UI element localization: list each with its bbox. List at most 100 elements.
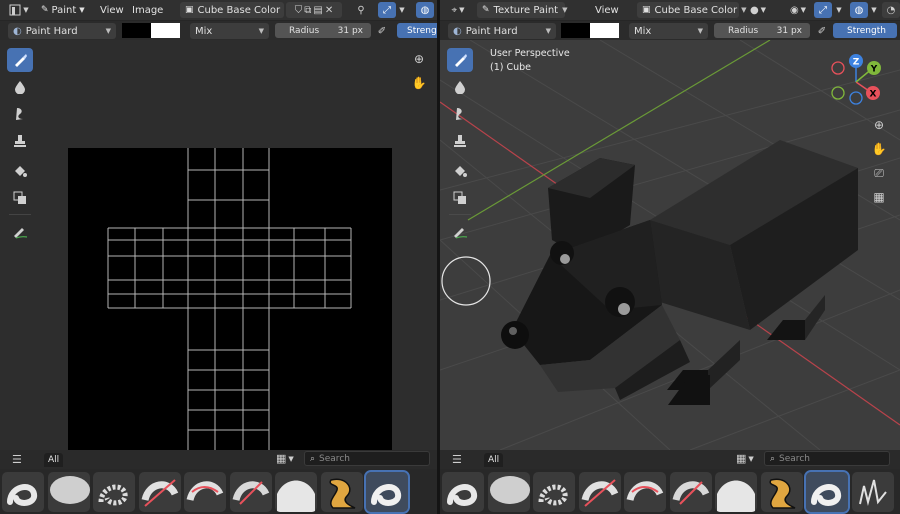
perspective-grid-icon[interactable]: ▦ — [868, 186, 890, 208]
image-browse-dropdown[interactable]: ▣ Cube Base Color — [180, 2, 284, 18]
strength-field[interactable]: Strengt — [397, 23, 437, 38]
display-grid-icon[interactable]: ▦ ▼ — [736, 452, 754, 465]
secondary-color-swatch[interactable] — [590, 23, 619, 38]
hamburger-menu-icon[interactable]: ☰ — [12, 453, 22, 466]
mask-tool-icon[interactable] — [447, 186, 473, 210]
overlay-toggle-icon[interactable]: ◍ — [850, 2, 868, 18]
brush-preview-fill-thumbnail[interactable] — [275, 472, 317, 512]
strength-field[interactable]: Strength — [833, 23, 897, 38]
pressure-toggle-icon[interactable]: ✐ — [814, 23, 830, 39]
brush-preview-airbrush-thumbnail[interactable] — [47, 472, 90, 512]
brush-preview-erase-hard-thumbnail[interactable] — [578, 472, 621, 512]
menu-view[interactable]: View — [592, 2, 622, 18]
brush-preview-dashed-thumbnail[interactable] — [533, 472, 575, 512]
uv-image[interactable] — [68, 148, 392, 450]
blend-mode-dropdown[interactable]: Mix ▼ — [190, 23, 269, 39]
clone-tool-icon[interactable] — [7, 129, 33, 153]
new-image-icon[interactable]: ▤ — [313, 5, 322, 16]
brush-preview-dashed-thumbnail[interactable] — [93, 472, 135, 512]
soften-tool-icon[interactable] — [7, 75, 33, 99]
interaction-mode-dropdown[interactable]: ✎ Texture Paint ▼ — [477, 2, 567, 18]
brush-preview-pencil-thumbnail[interactable] — [851, 472, 894, 512]
uv-canvas[interactable]: ⊕ ✋ — [0, 40, 437, 450]
primary-color-swatch[interactable] — [561, 23, 590, 38]
annotate-tool-icon[interactable] — [447, 220, 473, 244]
gizmo-neg-y-button[interactable] — [831, 86, 845, 100]
fill-tool-icon[interactable] — [447, 159, 473, 183]
shelf-search-input[interactable]: ⌕ Search — [304, 451, 430, 466]
menu-view[interactable]: View — [97, 2, 127, 18]
sample-tool-icon[interactable]: ⤢ — [378, 2, 396, 18]
brush-preview-draw-thumbnail[interactable] — [442, 472, 484, 512]
menu-image[interactable]: Image — [129, 2, 166, 18]
chevron-down-icon[interactable]: ▼ — [868, 2, 880, 18]
blend-mode-dropdown[interactable]: Mix ▼ — [629, 23, 708, 39]
hamburger-menu-icon[interactable]: ☰ — [452, 453, 462, 466]
gizmo-neg-z-button[interactable] — [849, 91, 863, 105]
draw-tool-icon[interactable] — [447, 48, 473, 72]
brush-preview-erase-hard-icon — [141, 479, 178, 507]
brush-preview-draw-thumbnail[interactable] — [2, 472, 44, 512]
primary-color-swatch[interactable] — [122, 23, 151, 38]
soften-tool-icon[interactable] — [447, 75, 473, 99]
copy-icon[interactable]: ⧉ — [304, 5, 311, 16]
brush-preview-airbrush-thumbnail[interactable] — [487, 472, 530, 512]
shading-options-icon[interactable]: ● ▼ — [744, 2, 772, 18]
brush-preview-erase-soft-thumbnail[interactable] — [184, 472, 226, 512]
overlay-toggle-icon[interactable]: ◍ — [416, 2, 434, 18]
3d-viewport[interactable]: Z Y X User Perspective (1) Cube ⊕ ✋ ⎚ ▦ — [440, 40, 900, 450]
shelf-tab-all[interactable]: All — [484, 453, 504, 467]
close-icon[interactable]: ✕ — [325, 5, 333, 16]
brush-name-label: Paint Hard — [25, 25, 78, 37]
pressure-toggle-icon[interactable]: ✐ — [374, 23, 390, 39]
solid-shading-icon[interactable]: ◔ — [882, 2, 900, 18]
radius-field[interactable]: Radius 31 px — [714, 23, 810, 38]
shelf-search-input[interactable]: ⌕ Search — [764, 451, 890, 466]
brush-preview-texture-thumbnail[interactable] — [760, 472, 803, 512]
navigation-gizmo[interactable]: Z Y X — [831, 54, 881, 105]
brush-preview-fill-icon — [277, 480, 315, 512]
scene-render[interactable]: Z Y X — [440, 40, 900, 450]
gizmo-neg-x-button[interactable] — [831, 61, 845, 75]
zoom-icon[interactable]: ⊕ — [868, 114, 890, 136]
zoom-icon[interactable]: ⊕ — [408, 48, 430, 70]
brush-selector[interactable]: ◐ Paint Hard ▼ — [448, 23, 556, 39]
viewport-header: ⌖ ▼ ✎ Texture Paint ▼ View ▣ Cube Base Co… — [440, 0, 900, 21]
secondary-color-swatch[interactable] — [151, 23, 180, 38]
display-grid-icon[interactable]: ▦ ▼ — [276, 452, 294, 465]
brush-preview-erase-hard-thumbnail[interactable] — [138, 472, 181, 512]
shelf-tab-all[interactable]: All — [44, 453, 64, 467]
dog-mesh[interactable] — [512, 140, 858, 405]
clone-tool-icon[interactable] — [447, 129, 473, 153]
pin-icon[interactable]: ⚲ — [352, 2, 370, 18]
brush-preview-texture-thumbnail[interactable] — [320, 472, 363, 512]
texture-slot-dropdown[interactable]: ▣ Cube Base Color ▼ — [637, 2, 747, 18]
paint-mode-menu[interactable]: ✎ Paint ▼ — [38, 2, 88, 18]
annotate-tool-icon[interactable] — [7, 220, 33, 244]
mask-tool-icon[interactable] — [7, 186, 33, 210]
pan-hand-icon[interactable]: ✋ — [868, 138, 890, 160]
radius-field[interactable]: Radius 31 px — [275, 23, 371, 38]
brush-preview-erase-soft-thumbnail[interactable] — [624, 472, 666, 512]
brush-preview-fill-thumbnail[interactable] — [715, 472, 757, 512]
brush-selector[interactable]: ◐ Paint Hard ▼ — [8, 23, 116, 39]
camera-icon[interactable]: ⎚ — [868, 162, 890, 184]
shield-icon[interactable]: ⛉ — [295, 5, 303, 16]
editor-type-button[interactable]: ▼ — [6, 2, 32, 18]
visibility-eye-icon[interactable]: ◉ ▼ — [784, 2, 812, 18]
gizmo-toggle-icon[interactable]: ⤢ — [814, 2, 832, 18]
draw-tool-icon[interactable] — [7, 48, 33, 72]
brush-preview-paint-hard-thumbnail[interactable] — [364, 470, 410, 514]
brush-preview-paint-hard-thumbnail[interactable] — [804, 470, 850, 514]
brush-preview-erase-point-thumbnail[interactable] — [669, 472, 712, 512]
chevron-down-icon[interactable]: ▼ — [833, 2, 845, 18]
fill-tool-icon[interactable] — [7, 159, 33, 183]
pan-hand-icon[interactable]: ✋ — [408, 72, 430, 94]
smear-tool-icon[interactable] — [7, 102, 33, 126]
toolbar-separator — [9, 214, 31, 215]
smear-tool-icon[interactable] — [447, 102, 473, 126]
editor-type-button[interactable]: ⌖ ▼ — [446, 2, 470, 18]
chevron-down-icon[interactable]: ▼ — [396, 2, 408, 18]
brush-preview-erase-point-thumbnail[interactable] — [229, 472, 272, 512]
image-icon: ▣ — [642, 5, 651, 15]
